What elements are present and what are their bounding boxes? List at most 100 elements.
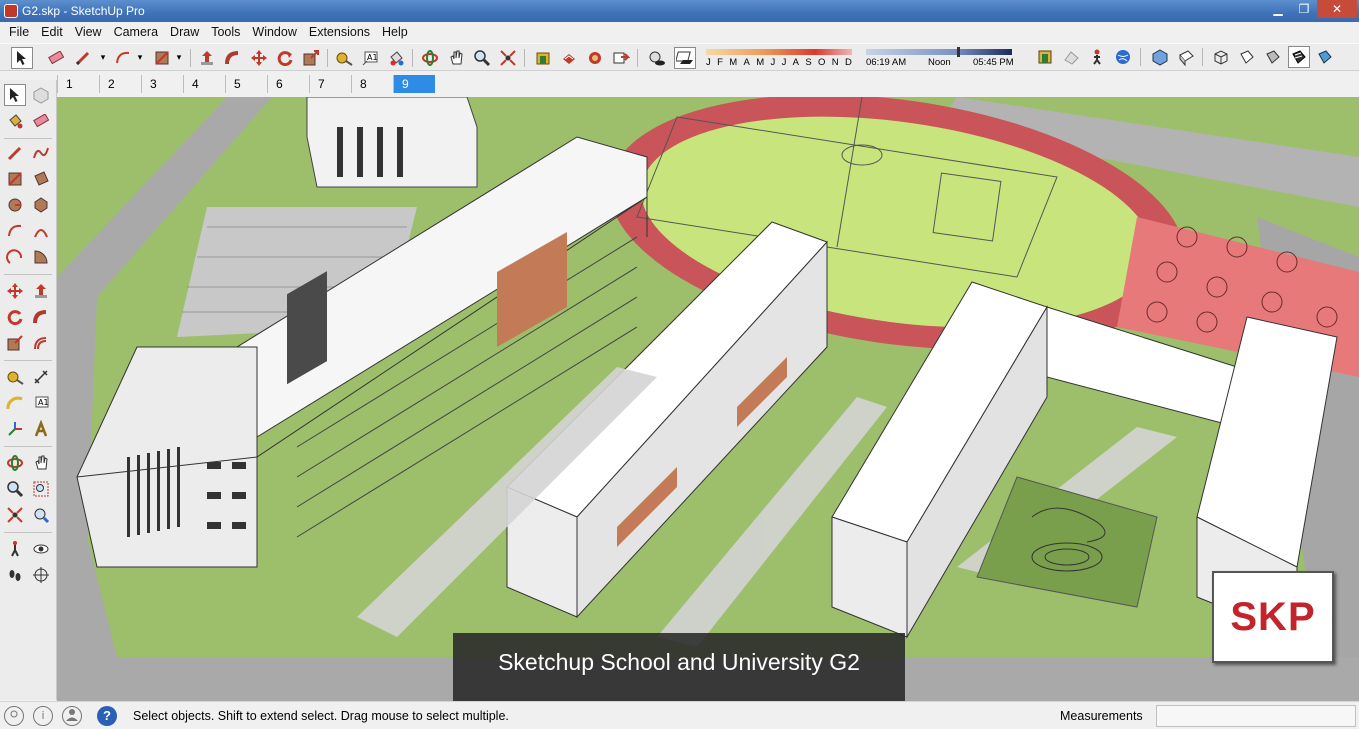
minimize-button[interactable]: ▁ [1265,0,1291,18]
rotated-rectangle-icon[interactable] [30,168,52,190]
push-pull-icon[interactable] [30,280,52,302]
scene-tab-4[interactable]: 4 [183,75,225,93]
zoom-icon[interactable] [4,478,26,500]
rectangle-icon[interactable] [151,47,173,69]
menu-file[interactable]: File [3,25,35,39]
3d-text-icon[interactable] [30,418,52,440]
iso-view-icon[interactable] [1149,46,1171,68]
menu-window[interactable]: Window [246,25,302,39]
polygon-icon[interactable] [30,194,52,216]
scene-tab-6[interactable]: 6 [267,75,309,93]
menu-help[interactable]: Help [376,25,414,39]
user-account-icon[interactable] [62,706,82,726]
follow-me-icon[interactable] [222,47,244,69]
styles-icon[interactable] [1060,46,1082,68]
month-slider-track[interactable] [706,49,852,55]
push-pull-icon[interactable] [196,47,218,69]
menu-extensions[interactable]: Extensions [303,25,376,39]
time-slider-track[interactable] [866,49,1012,55]
tape-measure-icon[interactable] [333,47,355,69]
pencil-dropdown-icon[interactable]: ▾ [98,47,108,69]
walk-footprints-icon[interactable] [4,564,26,586]
help-icon[interactable]: ? [97,706,117,726]
geo-location-icon[interactable] [1112,46,1134,68]
look-around-icon[interactable] [30,538,52,560]
orbit-icon[interactable] [419,47,441,69]
line-icon[interactable] [4,142,26,164]
menu-draw[interactable]: Draw [164,25,205,39]
axes-icon[interactable] [4,418,26,440]
sketchup-app-icon[interactable] [4,4,18,18]
warehouse-icon[interactable] [532,47,554,69]
eraser-icon[interactable] [30,110,52,132]
tape-measure-icon[interactable] [4,366,26,388]
menu-camera[interactable]: Camera [108,25,164,39]
zoom-extents-icon[interactable] [4,504,26,526]
hidden-line-style-icon[interactable] [1262,46,1284,68]
xray-style-icon[interactable] [1210,46,1232,68]
menu-tools[interactable]: Tools [205,25,246,39]
text-icon[interactable]: A1 [30,392,52,414]
zoom-window-icon[interactable] [30,478,52,500]
zoom-icon[interactable] [471,47,493,69]
select-tool-icon[interactable] [11,47,33,69]
shadow-time-slider[interactable]: 06:19 AM Noon 05:45 PM [866,46,1016,68]
orbit-icon[interactable] [4,452,26,474]
protractor-icon[interactable] [4,392,26,414]
wireframe-style-icon[interactable] [1236,46,1258,68]
move-icon[interactable] [4,280,26,302]
select-icon[interactable] [4,84,26,106]
share-model-icon[interactable] [558,47,580,69]
scene-tab-2[interactable]: 2 [99,75,141,93]
rotate-icon[interactable] [4,306,26,328]
maximize-button[interactable]: ❐ [1291,0,1317,18]
pan-icon[interactable] [30,452,52,474]
section-plane-icon[interactable] [30,564,52,586]
shaded-style-icon[interactable] [1288,46,1310,68]
close-button[interactable]: ✕ [1317,0,1357,18]
scene-tab-3[interactable]: 3 [141,75,183,93]
scene-tab-9[interactable]: 9 [393,75,435,93]
eraser-icon[interactable] [45,47,67,69]
follow-me-icon[interactable] [30,306,52,328]
scale-icon[interactable] [300,47,322,69]
send-to-layout-icon[interactable] [610,47,632,69]
scene-tab-5[interactable]: 5 [225,75,267,93]
textured-style-icon[interactable] [1314,46,1336,68]
walk-icon[interactable] [1086,46,1108,68]
top-view-icon[interactable] [1175,46,1197,68]
make-component-icon[interactable] [30,84,52,106]
rotate-icon[interactable] [274,47,296,69]
menu-view[interactable]: View [69,25,108,39]
scene-tab-8[interactable]: 8 [351,75,393,93]
extension-warehouse-icon[interactable] [584,47,606,69]
pie-icon[interactable] [30,246,52,268]
pencil-icon[interactable] [72,47,94,69]
3d-viewport[interactable]: Sketchup School and University G2 SKP [57,97,1359,701]
components-icon[interactable] [1034,46,1056,68]
scene-tab-1[interactable]: 1 [57,75,99,93]
arc-icon[interactable] [112,47,134,69]
menu-edit[interactable]: Edit [35,25,69,39]
offset-icon[interactable] [30,332,52,354]
freehand-icon[interactable] [30,142,52,164]
arc-icon[interactable] [4,220,26,242]
previous-view-icon[interactable] [30,504,52,526]
paint-bucket-icon[interactable] [385,47,407,69]
time-slider-thumb[interactable] [956,47,960,57]
shadow-settings-icon[interactable] [674,47,696,69]
three-point-arc-icon[interactable] [4,246,26,268]
paint-bucket-icon[interactable] [4,110,26,132]
arc-dropdown-icon[interactable]: ▾ [135,47,145,69]
move-icon[interactable] [248,47,270,69]
shape-dropdown-icon[interactable]: ▾ [174,47,184,69]
two-point-arc-icon[interactable] [30,220,52,242]
scale-icon[interactable] [4,332,26,354]
geo-location-status-icon[interactable] [4,706,24,726]
rectangle-icon[interactable] [4,168,26,190]
shadow-toggle-icon[interactable] [646,47,668,69]
shadow-month-slider[interactable]: J F M A M J J A S O N D [706,46,852,68]
position-camera-icon[interactable] [4,538,26,560]
circle-icon[interactable] [4,194,26,216]
zoom-extents-icon[interactable] [497,47,519,69]
